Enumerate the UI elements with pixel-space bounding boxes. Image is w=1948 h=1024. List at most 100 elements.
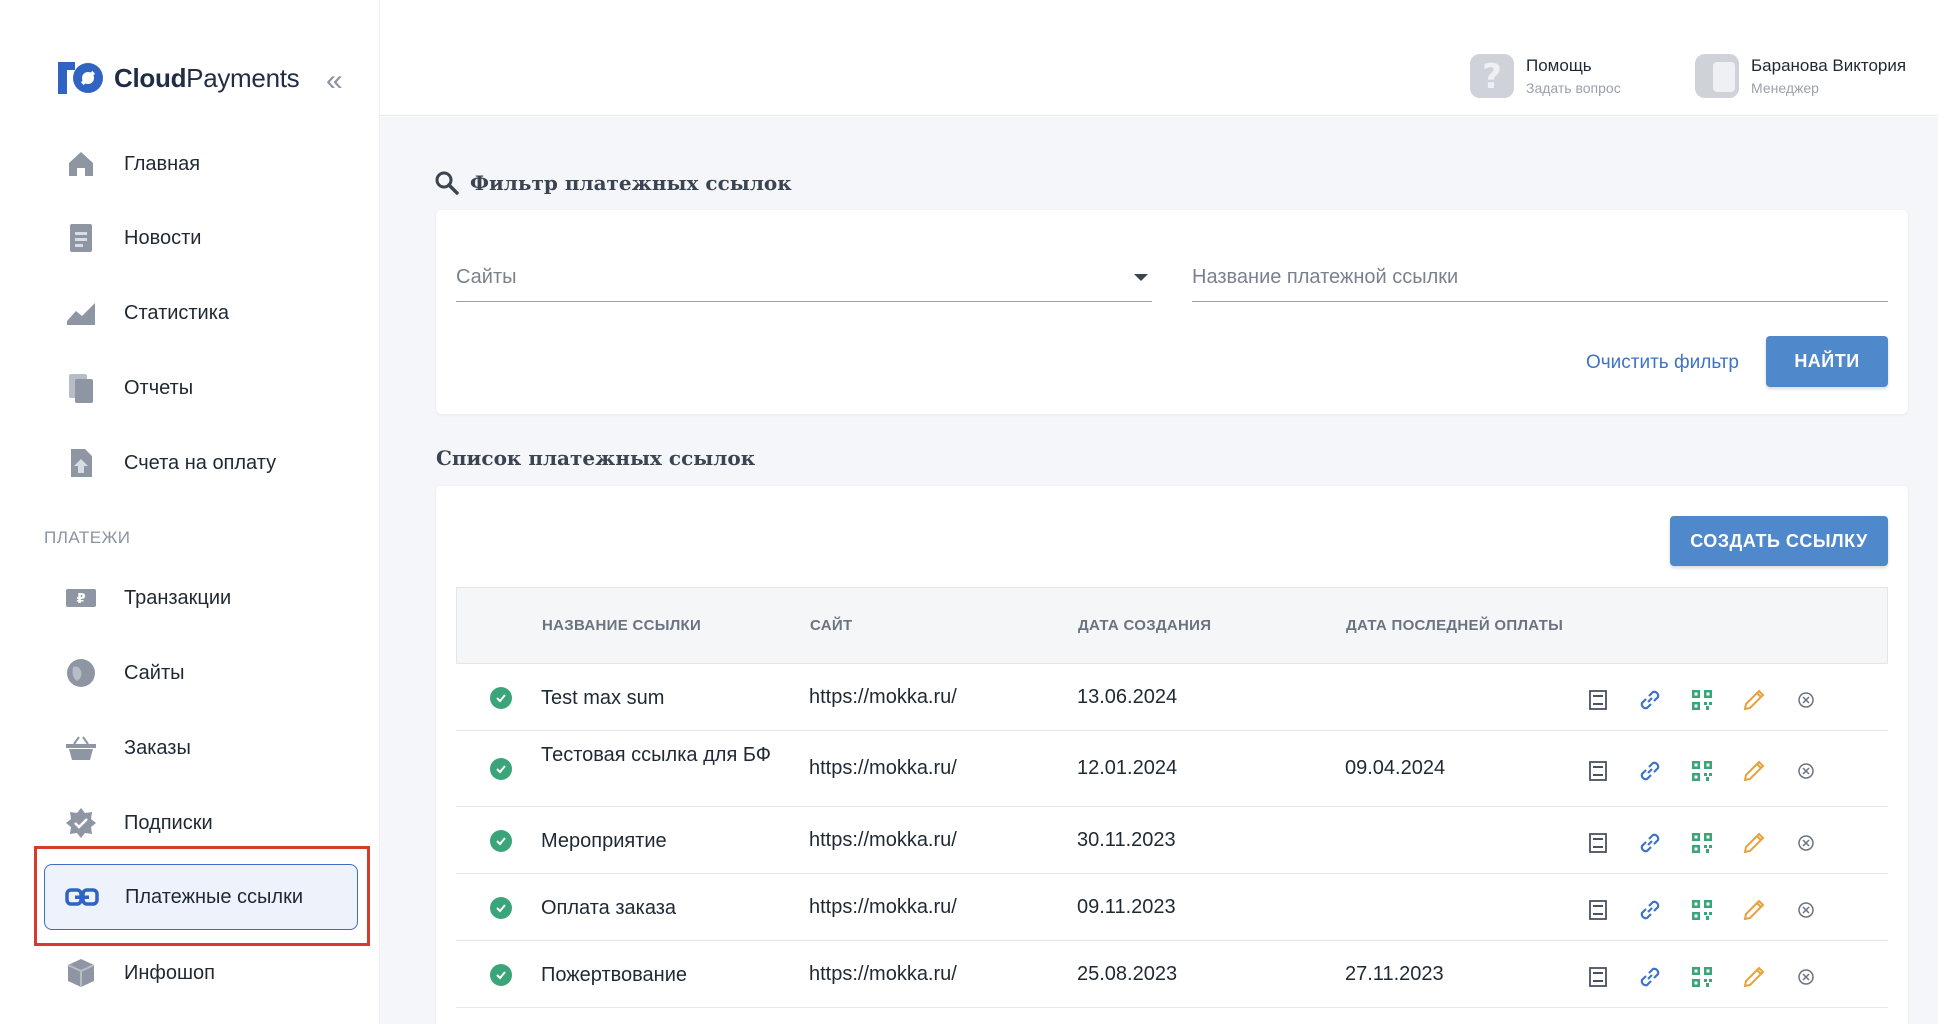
qr-code-icon[interactable] [1688, 829, 1716, 857]
copy-link-icon[interactable] [1636, 757, 1664, 785]
filter-title-text: Фильтр платежных ссылок [470, 171, 792, 195]
list-title: Список платежных ссылок [436, 446, 756, 470]
edit-icon[interactable] [1740, 896, 1768, 924]
sidebar-item-news[interactable]: Новости [44, 205, 358, 271]
logo-text: CloudPayments [114, 62, 300, 93]
invoice-icon [62, 444, 100, 482]
table-body: Test max sum https://mokka.ru/13.06.2024 Т… [456, 664, 1888, 1008]
search-icon [435, 171, 459, 195]
edit-icon[interactable] [1740, 829, 1768, 857]
link-last-payment-date: 27.11.2023 [1345, 962, 1444, 985]
link-name: Оплата заказа [541, 896, 677, 919]
edit-icon[interactable] [1740, 757, 1768, 785]
receipt-icon[interactable] [1584, 963, 1612, 991]
sidebar-item-infoshop[interactable]: Инфошоп [44, 940, 358, 1006]
column-header-site: САЙТ [810, 617, 853, 634]
box-icon [62, 954, 100, 992]
sidebar-item-reports[interactable]: Отчеты [44, 355, 358, 421]
sites-select[interactable]: Сайты [456, 254, 1152, 302]
find-button[interactable]: НАЙТИ [1766, 336, 1888, 387]
help-block[interactable]: ? Помощь Задать вопрос [1470, 54, 1621, 98]
receipt-icon[interactable] [1584, 896, 1612, 924]
column-header-created: ДАТА СОЗДАНИЯ [1078, 617, 1212, 634]
sidebar: CloudPayments « Главная Новости Статисти… [0, 0, 380, 1024]
qr-code-icon[interactable] [1688, 686, 1716, 714]
collapse-sidebar-icon[interactable]: « [326, 66, 343, 96]
home-icon [62, 145, 100, 183]
help-subtitle: Задать вопрос [1526, 80, 1621, 96]
active-status-icon [490, 963, 512, 986]
copy-link-icon[interactable] [1636, 963, 1664, 991]
active-status-icon [490, 686, 512, 709]
table-row[interactable]: Мероприятие https://mokka.ru/30.11.2023 [456, 807, 1888, 874]
news-icon [62, 219, 100, 257]
sites-select-placeholder: Сайты [456, 266, 517, 288]
delete-icon[interactable] [1792, 686, 1820, 714]
link-site: https://mokka.ru/ [809, 895, 957, 918]
table-row[interactable]: Тестовая ссылка для БФ https://mokka.ru/1… [456, 731, 1888, 807]
sidebar-item-home[interactable]: Главная [44, 131, 358, 197]
sidebar-item-sites[interactable]: Сайты [44, 640, 358, 706]
transactions-icon: ₽ [62, 579, 100, 617]
top-bar: ? Помощь Задать вопрос Баранова Виктория… [380, 0, 1938, 116]
sidebar-item-label: Инфошоп [124, 961, 215, 984]
link-name-input[interactable]: Название платежной ссылки [1192, 254, 1888, 302]
link-last-payment-date: 09.04.2024 [1345, 757, 1446, 779]
edit-icon[interactable] [1740, 963, 1768, 991]
sidebar-item-statistics[interactable]: Статистика [44, 280, 358, 346]
qr-code-icon[interactable] [1688, 757, 1716, 785]
create-link-button[interactable]: СОЗДАТЬ ССЫЛКУ [1670, 516, 1888, 566]
row-actions [1584, 686, 1844, 714]
filter-title: Фильтр платежных ссылок [434, 170, 792, 196]
copy-link-icon[interactable] [1636, 829, 1664, 857]
sidebar-item-orders[interactable]: Заказы [44, 715, 358, 781]
link-created-date: 13.06.2024 [1077, 685, 1178, 708]
sidebar-item-label: Статистика [124, 301, 230, 324]
receipt-icon[interactable] [1584, 757, 1612, 785]
sidebar-item-invoices[interactable]: Счета на оплату [44, 430, 358, 496]
active-status-icon [490, 758, 512, 780]
column-header-name: НАЗВАНИЕ ССЫЛКИ [542, 617, 702, 634]
table-row[interactable]: Test max sum https://mokka.ru/13.06.2024 [456, 664, 1888, 731]
delete-icon[interactable] [1792, 757, 1820, 785]
active-status-icon [490, 896, 512, 919]
qr-code-icon[interactable] [1688, 963, 1716, 991]
receipt-icon[interactable] [1584, 686, 1612, 714]
row-actions [1584, 829, 1844, 857]
table-row[interactable]: Пожертвование https://mokka.ru/25.08.2023… [456, 941, 1888, 1008]
row-actions [1584, 757, 1844, 785]
user-block[interactable]: Баранова Виктория Менеджер [1695, 54, 1906, 98]
link-name: Мероприятие [541, 829, 667, 852]
sidebar-item-label: Новости [124, 226, 202, 249]
delete-icon[interactable] [1792, 963, 1820, 991]
sidebar-item-label: Транзакции [124, 586, 232, 609]
svg-text:₽: ₽ [76, 592, 85, 607]
avatar [1695, 54, 1739, 98]
sidebar-item-label: Главная [124, 152, 201, 175]
edit-icon[interactable] [1740, 686, 1768, 714]
receipt-icon[interactable] [1584, 829, 1612, 857]
payment-links-table: НАЗВАНИЕ ССЫЛКИ САЙТ ДАТА СОЗДАНИЯ ДАТА … [456, 587, 1888, 1008]
qr-code-icon[interactable] [1688, 896, 1716, 924]
active-status-icon [490, 829, 512, 852]
help-icon: ? [1470, 54, 1514, 98]
clear-filter-button[interactable]: Очистить фильтр [1586, 352, 1739, 374]
table-row[interactable]: Оплата заказа https://mokka.ru/09.11.2023 [456, 874, 1888, 941]
chevron-down-icon [1134, 274, 1148, 281]
user-name: Баранова Виктория [1751, 56, 1907, 75]
basket-icon [62, 729, 100, 767]
link-site: https://mokka.ru/ [809, 962, 957, 985]
sidebar-item-transactions[interactable]: ₽ Транзакции [44, 565, 358, 631]
cloudpayments-logo[interactable]: CloudPayments [56, 58, 300, 98]
delete-icon[interactable] [1792, 896, 1820, 924]
link-created-date: 12.01.2024 [1077, 757, 1178, 779]
delete-icon[interactable] [1792, 829, 1820, 857]
svg-text:?: ? [1482, 57, 1502, 97]
link-name-placeholder: Название платежной ссылки [1192, 266, 1459, 288]
reports-icon [62, 369, 100, 407]
link-created-date: 25.08.2023 [1077, 962, 1178, 985]
sidebar-item-label: Счета на оплату [124, 451, 277, 474]
copy-link-icon[interactable] [1636, 896, 1664, 924]
copy-link-icon[interactable] [1636, 686, 1664, 714]
section-label-payments: ПЛАТЕЖИ [44, 528, 131, 547]
